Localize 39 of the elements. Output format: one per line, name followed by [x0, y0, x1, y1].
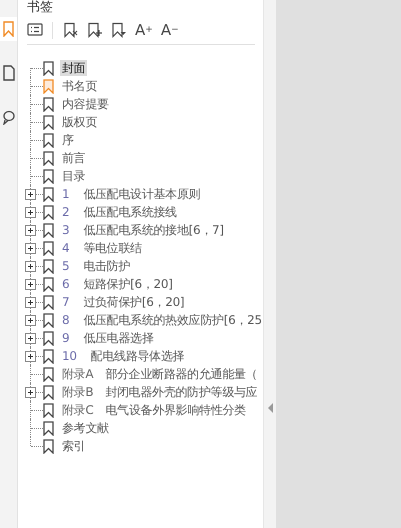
bookmark-item[interactable]: 6 短路保护[6，20]	[60, 276, 175, 292]
bookmark-item[interactable]: 10 配电线路导体选择	[60, 348, 186, 364]
expand-icon[interactable]	[25, 225, 36, 236]
expand-icon[interactable]	[25, 261, 36, 272]
bookmark-item[interactable]: 9 低压电器选择	[60, 330, 156, 346]
bookmark-item[interactable]: 附录A 部分企业断路器的允通能量（	[60, 366, 260, 382]
bookmark-item[interactable]: 前言	[60, 150, 88, 166]
expand-icon[interactable]	[25, 387, 36, 398]
bookmark-item[interactable]: 5 电击防护	[60, 258, 132, 274]
font-size-button[interactable]: A$^{−}$	[160, 20, 179, 40]
expand-icon[interactable]	[25, 279, 36, 290]
expand-icon[interactable]	[25, 207, 36, 218]
bookmark-item[interactable]: 2 低压配电系统接线	[60, 204, 179, 220]
bookmark-item[interactable]: 版权页	[60, 114, 100, 130]
panel-title: 书签	[27, 0, 54, 16]
collapse-arrow-icon[interactable]	[268, 403, 272, 413]
bookmark-item[interactable]: 7 过负荷保护[6，20]	[60, 294, 186, 310]
bookmark-item[interactable]: 参考文献	[60, 420, 111, 436]
expand-icon[interactable]	[25, 297, 36, 308]
bookmark-item[interactable]: 8 低压配电系统的热效应防护[6，25	[60, 312, 264, 328]
expand-icon[interactable]	[25, 351, 36, 362]
font-size-button[interactable]: A$^{+}$	[135, 20, 153, 40]
expand-icon[interactable]	[25, 315, 36, 326]
bookmark-item[interactable]: 内容提要	[60, 96, 111, 112]
bookmark-item[interactable]: 3 低压配电系统的接地[6，7]	[60, 222, 226, 238]
bookmark-item[interactable]: 附录B 封闭电器外壳的防护等级与应	[60, 384, 260, 400]
bookmark-item[interactable]: 附录C 电气设备外界影响特性分类	[60, 402, 248, 418]
bookmark-item[interactable]: 目录	[60, 168, 88, 184]
bookmark-item[interactable]: 封面	[60, 60, 88, 76]
page-icon[interactable]	[2, 65, 14, 81]
bookmark-item[interactable]: 索引	[60, 438, 88, 454]
expand-icon[interactable]	[25, 243, 36, 254]
bookmark-item[interactable]: 序	[60, 132, 76, 148]
expand-icon[interactable]	[25, 333, 36, 344]
expand-icon[interactable]	[25, 189, 36, 200]
bookmark-item[interactable]: 书名页	[60, 78, 100, 94]
bookmark-item[interactable]: 1 低压配电设计基本原则	[60, 186, 202, 202]
comment-icon[interactable]	[2, 109, 14, 125]
bookmark-item[interactable]: 4 等电位联结	[60, 240, 144, 256]
